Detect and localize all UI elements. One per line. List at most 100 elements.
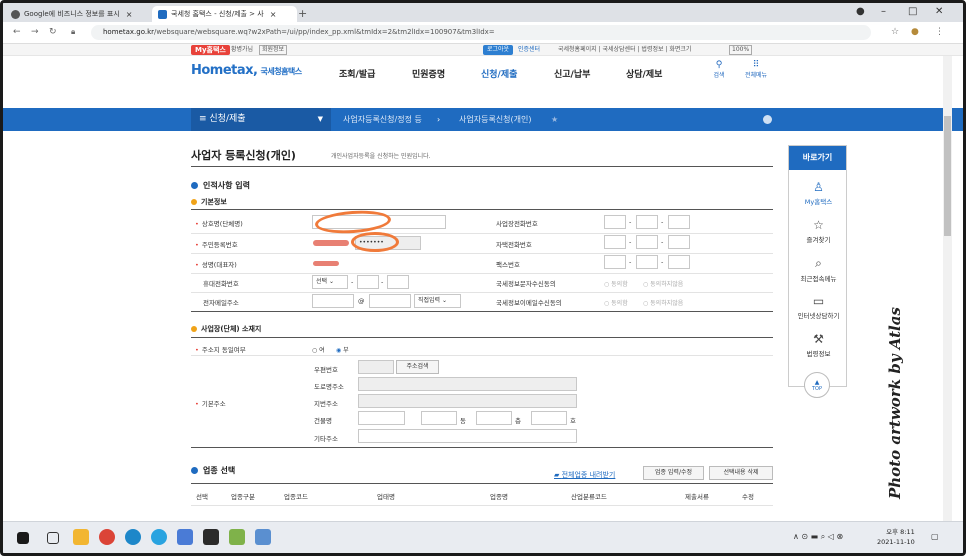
quick-my-hometax[interactable]: ♙ My홈택스: [789, 180, 848, 206]
biz-phone-2[interactable]: [636, 215, 658, 229]
nav-crumb-registration[interactable]: 사업자등록신청/정정 등: [343, 108, 422, 131]
same-address-no-radio[interactable]: ◉ 부: [336, 345, 349, 354]
favorite-star-icon[interactable]: ★: [551, 108, 558, 131]
delete-selected-button[interactable]: 선택내용 삭제: [709, 466, 773, 480]
download-all-industries-link[interactable]: ▰ 전체업종 내려받기: [554, 470, 615, 480]
sms-agree-radio[interactable]: ○ 동의함: [604, 279, 628, 288]
app-icon[interactable]: [203, 529, 219, 545]
other-address-input[interactable]: [358, 429, 577, 443]
browser-tab-hometax[interactable]: 국세청 홈택스 - 신청/제출 > 사 ×: [152, 6, 297, 22]
nav-expand-icon[interactable]: [763, 115, 772, 124]
label-biz-phone: 사업장전화번호: [496, 220, 538, 228]
home-phone-1[interactable]: [604, 235, 626, 249]
redaction-mark: [313, 240, 349, 246]
browser-tab-google[interactable]: Google에 비즈니스 정보를 표시 ×: [5, 6, 150, 22]
industry-edit-button[interactable]: 업종 입력/수정: [643, 466, 704, 480]
fax-3[interactable]: [668, 255, 690, 269]
mobile-prefix-select[interactable]: 선택 ⌄: [312, 275, 348, 289]
biz-phone-3[interactable]: [668, 215, 690, 229]
url-field[interactable]: hometax.go.kr/websquare/websquare.wq?w2x…: [91, 25, 871, 40]
quick-online-consult[interactable]: ▭ 인터넷상담하기: [789, 294, 848, 320]
email-domain-select[interactable]: 직접입력 ⌄: [414, 294, 461, 308]
close-tab-icon[interactable]: ×: [270, 10, 277, 19]
nav-bar: ≡ 신청/제출 ▼ 사업자등록신청/정정 등 › 사업자등록신청(개인) ★: [3, 108, 963, 131]
menu-apply-submit[interactable]: 신청/제출: [481, 67, 517, 80]
email-agree-radio[interactable]: ○ 동의함: [604, 298, 628, 307]
extension-icon[interactable]: ●: [911, 27, 919, 37]
postal-input[interactable]: [358, 360, 394, 374]
member-info-button[interactable]: 회원정보: [259, 45, 288, 55]
menu-certificate[interactable]: 민원증명: [412, 67, 445, 80]
windows-start-icon[interactable]: [17, 532, 29, 544]
back-icon[interactable]: ←: [13, 27, 21, 37]
system-clock[interactable]: 오후 8:11 2021-11-10: [877, 527, 915, 547]
minimize-icon[interactable]: –: [881, 6, 886, 17]
cert-center-link[interactable]: 인증센터: [518, 45, 540, 55]
file-explorer-icon[interactable]: [73, 529, 89, 545]
nav-crumb-personal[interactable]: 사업자등록신청(개인): [459, 108, 531, 131]
menu-consult[interactable]: 상담/제보: [626, 67, 662, 80]
page-scrollbar[interactable]: [943, 56, 952, 521]
new-tab-icon[interactable]: +: [298, 7, 307, 20]
edge-icon[interactable]: [125, 529, 141, 545]
mobile-middle-input[interactable]: [357, 275, 379, 289]
app-icon[interactable]: [151, 529, 167, 545]
search-icon: ⚲: [715, 60, 723, 70]
address-search-button[interactable]: 주소검색: [396, 360, 439, 374]
my-hometax-button[interactable]: My홈택스: [191, 45, 230, 55]
dong-input[interactable]: [421, 411, 457, 425]
close-tab-icon[interactable]: ×: [126, 10, 133, 19]
scroll-top-button[interactable]: ▲ TOP: [804, 372, 830, 398]
maximize-icon[interactable]: □: [908, 6, 917, 17]
logout-button[interactable]: 로그아웃: [483, 45, 514, 55]
reload-icon[interactable]: ↻: [49, 27, 57, 37]
app-icon[interactable]: [177, 529, 193, 545]
scrollbar-thumb[interactable]: [944, 116, 951, 236]
quick-recent-menu[interactable]: ⌕ 최근접속메뉴: [789, 256, 848, 283]
quick-law-info[interactable]: ⚒ 법령정보: [789, 332, 848, 358]
label-dong: 동: [460, 417, 466, 425]
gavel-icon: ⚒: [813, 332, 824, 346]
all-menu-button[interactable]: ⠿ 전체메뉴: [736, 60, 776, 79]
building-input[interactable]: [358, 411, 405, 425]
notification-icon[interactable]: ▢: [931, 532, 939, 541]
nav-section-dropdown[interactable]: ≡ 신청/제출 ▼: [191, 108, 331, 131]
browser-menu-icon[interactable]: ⋮: [935, 27, 944, 37]
biz-phone-1[interactable]: [604, 215, 626, 229]
label-resident-no: • 주민등록번호: [195, 241, 238, 249]
same-address-yes-radio[interactable]: ○ 여: [312, 345, 325, 354]
email-id-input[interactable]: [312, 294, 354, 308]
home-phone-2[interactable]: [636, 235, 658, 249]
top-links[interactable]: 국세청홈페이지 | 국세상담센터 | 법령정보 | 화면크기: [558, 45, 691, 55]
app-icon[interactable]: [229, 529, 245, 545]
ho-input[interactable]: [531, 411, 567, 425]
forward-icon[interactable]: →: [31, 27, 39, 37]
floor-input[interactable]: [476, 411, 512, 425]
label-fax: 팩스번호: [496, 261, 520, 269]
sms-disagree-radio[interactable]: ○ 동의하지않음: [643, 279, 683, 288]
zoom-level[interactable]: 100%: [729, 45, 753, 55]
task-view-icon[interactable]: [47, 532, 59, 544]
menu-inquiry[interactable]: 조회/발급: [339, 67, 375, 80]
menu-report-pay[interactable]: 신고/납부: [554, 67, 590, 80]
fax-2[interactable]: [636, 255, 658, 269]
hometax-logo[interactable]: Hometax, 국세청홈택스: [191, 63, 302, 78]
search-button[interactable]: ⚲ 검색: [699, 60, 739, 79]
profile-dot-icon[interactable]: ●: [856, 6, 865, 17]
fax-1[interactable]: [604, 255, 626, 269]
chrome-icon[interactable]: [99, 529, 115, 545]
email-domain-input[interactable]: [369, 294, 411, 308]
label-base-address: • 기본주소: [195, 400, 226, 408]
bookmark-star-icon[interactable]: ☆: [891, 27, 899, 37]
label-road-address: 도로명주소: [314, 383, 344, 391]
close-window-icon[interactable]: ✕: [935, 6, 943, 17]
home-phone-3[interactable]: [668, 235, 690, 249]
lot-address-input[interactable]: [358, 394, 577, 408]
system-tray-icons[interactable]: ∧ ⊙ ▬ ⌕ ◁ ⊗: [793, 532, 843, 542]
section-industry: 업종 선택: [191, 465, 235, 476]
road-address-input[interactable]: [358, 377, 577, 391]
app-icon[interactable]: [255, 529, 271, 545]
email-disagree-radio[interactable]: ○ 동의하지않음: [643, 298, 683, 307]
mobile-last-input[interactable]: [387, 275, 409, 289]
quick-favorites[interactable]: ☆ 즐겨찾기: [789, 218, 848, 244]
